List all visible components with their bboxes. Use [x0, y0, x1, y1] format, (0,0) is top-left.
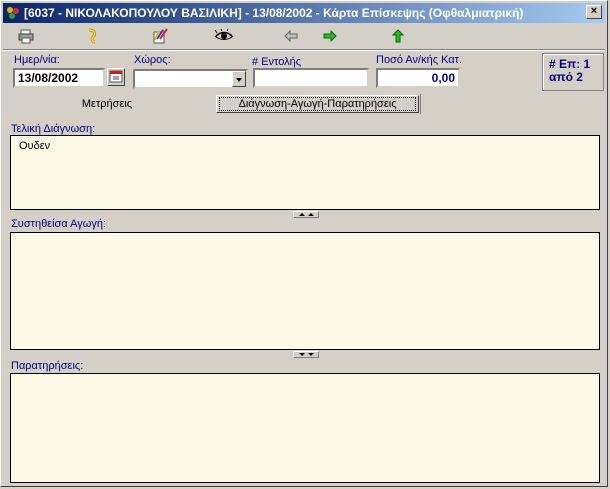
tab-diagnosis-treatment-notes[interactable]: Διάγνωση-Αγωγή-Παρατηρήσεις: [216, 95, 419, 113]
order-label: # Εντολής: [252, 56, 302, 68]
tab-diagnosis-label: Διάγνωση-Αγωγή-Παρατηρήσεις: [219, 97, 416, 111]
close-button[interactable]: ×: [586, 5, 602, 19]
app-icon: [6, 6, 20, 20]
tab-divider: [420, 94, 421, 114]
visit-card-window: [6037 - ΝΙΚΟΛΑΚΟΠΟΥΛΟΥ ΒΑΣΙΛΙΚΗ] - 13/08…: [0, 0, 608, 487]
notes-label: Παρατηρήσεις:: [11, 360, 84, 372]
arrow-right-icon: [323, 29, 337, 45]
visit-counter: # Επ: 1 από 2: [542, 53, 604, 91]
previous-button[interactable]: [280, 27, 302, 47]
room-select[interactable]: [133, 69, 248, 89]
treatment-icon: [84, 28, 100, 47]
notes-memo[interactable]: [10, 373, 600, 483]
expand-down-icon: [307, 353, 314, 356]
treatment-memo[interactable]: [10, 232, 600, 350]
visit-counter-line2: από 2: [549, 70, 583, 84]
date-label: Ημερ/νία:: [14, 54, 60, 66]
amount-label: Ποσό Αν/κής Κατ.: [376, 54, 463, 66]
order-field[interactable]: [253, 68, 369, 88]
diagnosis-label: Τελική Διάγνωση:: [11, 123, 96, 135]
amount-field[interactable]: 0,00: [376, 68, 460, 88]
toolbar: [3, 25, 605, 49]
print-button[interactable]: [15, 27, 37, 47]
edit-icon: [151, 27, 169, 48]
up-button[interactable]: [387, 27, 409, 47]
eye-icon: [214, 28, 234, 46]
splitter-diagnosis[interactable]: [293, 211, 319, 218]
arrow-up-icon: [391, 28, 405, 46]
room-dropdown-button[interactable]: [232, 71, 246, 87]
window-title: [6037 - ΝΙΚΟΛΑΚΟΠΟΥΛΟΥ ΒΑΣΙΛΙΚΗ] - 13/08…: [24, 6, 524, 20]
calendar-button[interactable]: [107, 68, 125, 86]
treatment-label: Συστηθείσα Αγωγή:: [11, 218, 107, 230]
title-bar[interactable]: [6037 - ΝΙΚΟΛΑΚΟΠΟΥΛΟΥ ΒΑΣΙΛΙΚΗ] - 13/08…: [3, 3, 605, 23]
arrow-left-icon: [284, 29, 298, 45]
diagnosis-memo[interactable]: Ουδεν: [10, 135, 600, 210]
edit-button[interactable]: [149, 27, 171, 47]
eye-button[interactable]: [213, 27, 235, 47]
collapse-up-icon: [298, 213, 305, 216]
next-button[interactable]: [319, 27, 341, 47]
splitter-treatment[interactable]: [293, 351, 319, 358]
expand-down-icon: [298, 353, 305, 356]
tab-strip: Μετρήσεις Διάγνωση-Αγωγή-Παρατηρήσεις: [3, 94, 605, 114]
tab-measurements[interactable]: Μετρήσεις: [3, 94, 211, 114]
toolbar-separator: [3, 49, 605, 51]
collapse-up-icon: [307, 213, 314, 216]
treatment-button[interactable]: [81, 27, 103, 47]
date-field[interactable]: 13/08/2002: [13, 68, 105, 88]
calendar-icon: [108, 70, 124, 88]
printer-icon: [18, 28, 34, 47]
room-label: Χώρος:: [134, 54, 171, 66]
